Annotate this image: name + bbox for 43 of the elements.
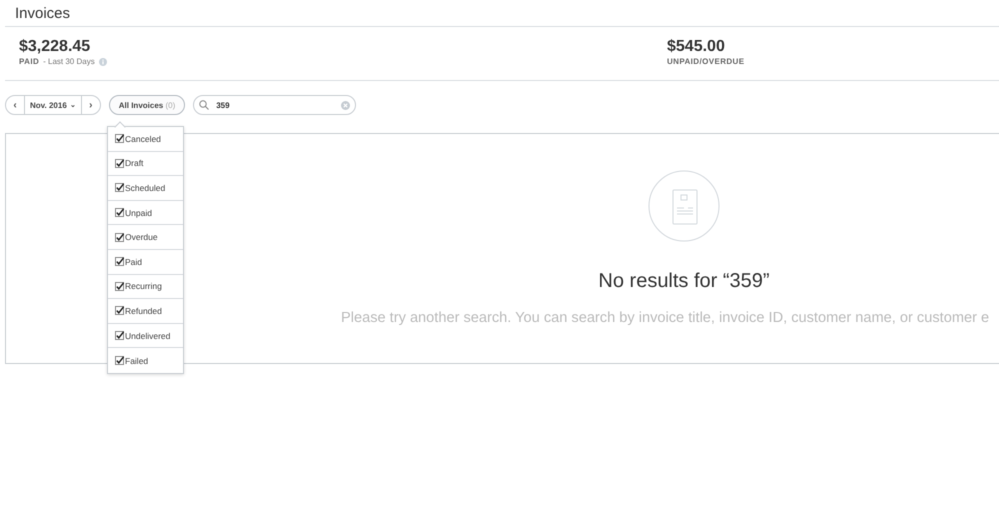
checkbox[interactable]	[115, 282, 124, 291]
previous-button[interactable]: ‹	[6, 96, 24, 114]
checkbox[interactable]	[115, 356, 124, 366]
option-label: Draft	[125, 158, 144, 168]
checkbox[interactable]	[115, 208, 124, 218]
filter-option[interactable]: Draft	[108, 152, 183, 176]
filter-option[interactable]: Recurring	[108, 274, 183, 300]
option-label: Unpaid	[125, 208, 152, 218]
filter-option[interactable]: Refunded	[108, 299, 183, 324]
checkbox[interactable]	[115, 306, 124, 316]
checkbox[interactable]	[115, 183, 124, 192]
stat-label: PAID	[19, 57, 40, 66]
filter-option[interactable]: Overdue	[108, 225, 183, 250]
search-icon	[199, 100, 210, 110]
option-label: Failed	[125, 356, 148, 366]
option-label: Refunded	[125, 306, 162, 316]
option-label: Recurring	[125, 281, 162, 292]
empty-title: No results for “359”	[598, 270, 770, 293]
amount: $3,228.45	[19, 38, 92, 56]
next-button[interactable]: ›	[82, 96, 100, 114]
filter-button[interactable]: All Invoices (0)	[108, 95, 186, 115]
filter-option[interactable]: Canceled	[108, 127, 183, 152]
amount: $545.00	[667, 38, 726, 56]
filter-option[interactable]: Unpaid	[108, 200, 183, 226]
checkbox[interactable]	[115, 134, 124, 144]
option-label: Paid	[125, 256, 142, 267]
checkbox[interactable]	[115, 331, 124, 340]
option-label: Canceled	[125, 134, 161, 144]
page-title: Invoices	[14, 4, 72, 24]
option-label: Scheduled	[125, 182, 166, 193]
checkbox[interactable]	[115, 232, 124, 242]
filter-option[interactable]: Undelivered	[108, 324, 183, 348]
option-label: Undelivered	[125, 330, 170, 341]
option-label: Overdue	[125, 232, 158, 242]
empty-message: Please try another search. You can search by invoice title, invoice ID, customer name, or customer e	[341, 310, 990, 326]
filter-option[interactable]: Paid	[108, 250, 183, 275]
stat-period: - Last 30 Days	[43, 57, 95, 66]
filter-option[interactable]: Failed	[108, 348, 183, 373]
checkbox[interactable]	[115, 158, 124, 168]
filter-option[interactable]: Scheduled	[108, 176, 183, 201]
checkbox[interactable]	[115, 257, 124, 266]
document-icon	[648, 170, 720, 242]
stat-label: UNPAID/OVERDUE	[667, 57, 744, 66]
